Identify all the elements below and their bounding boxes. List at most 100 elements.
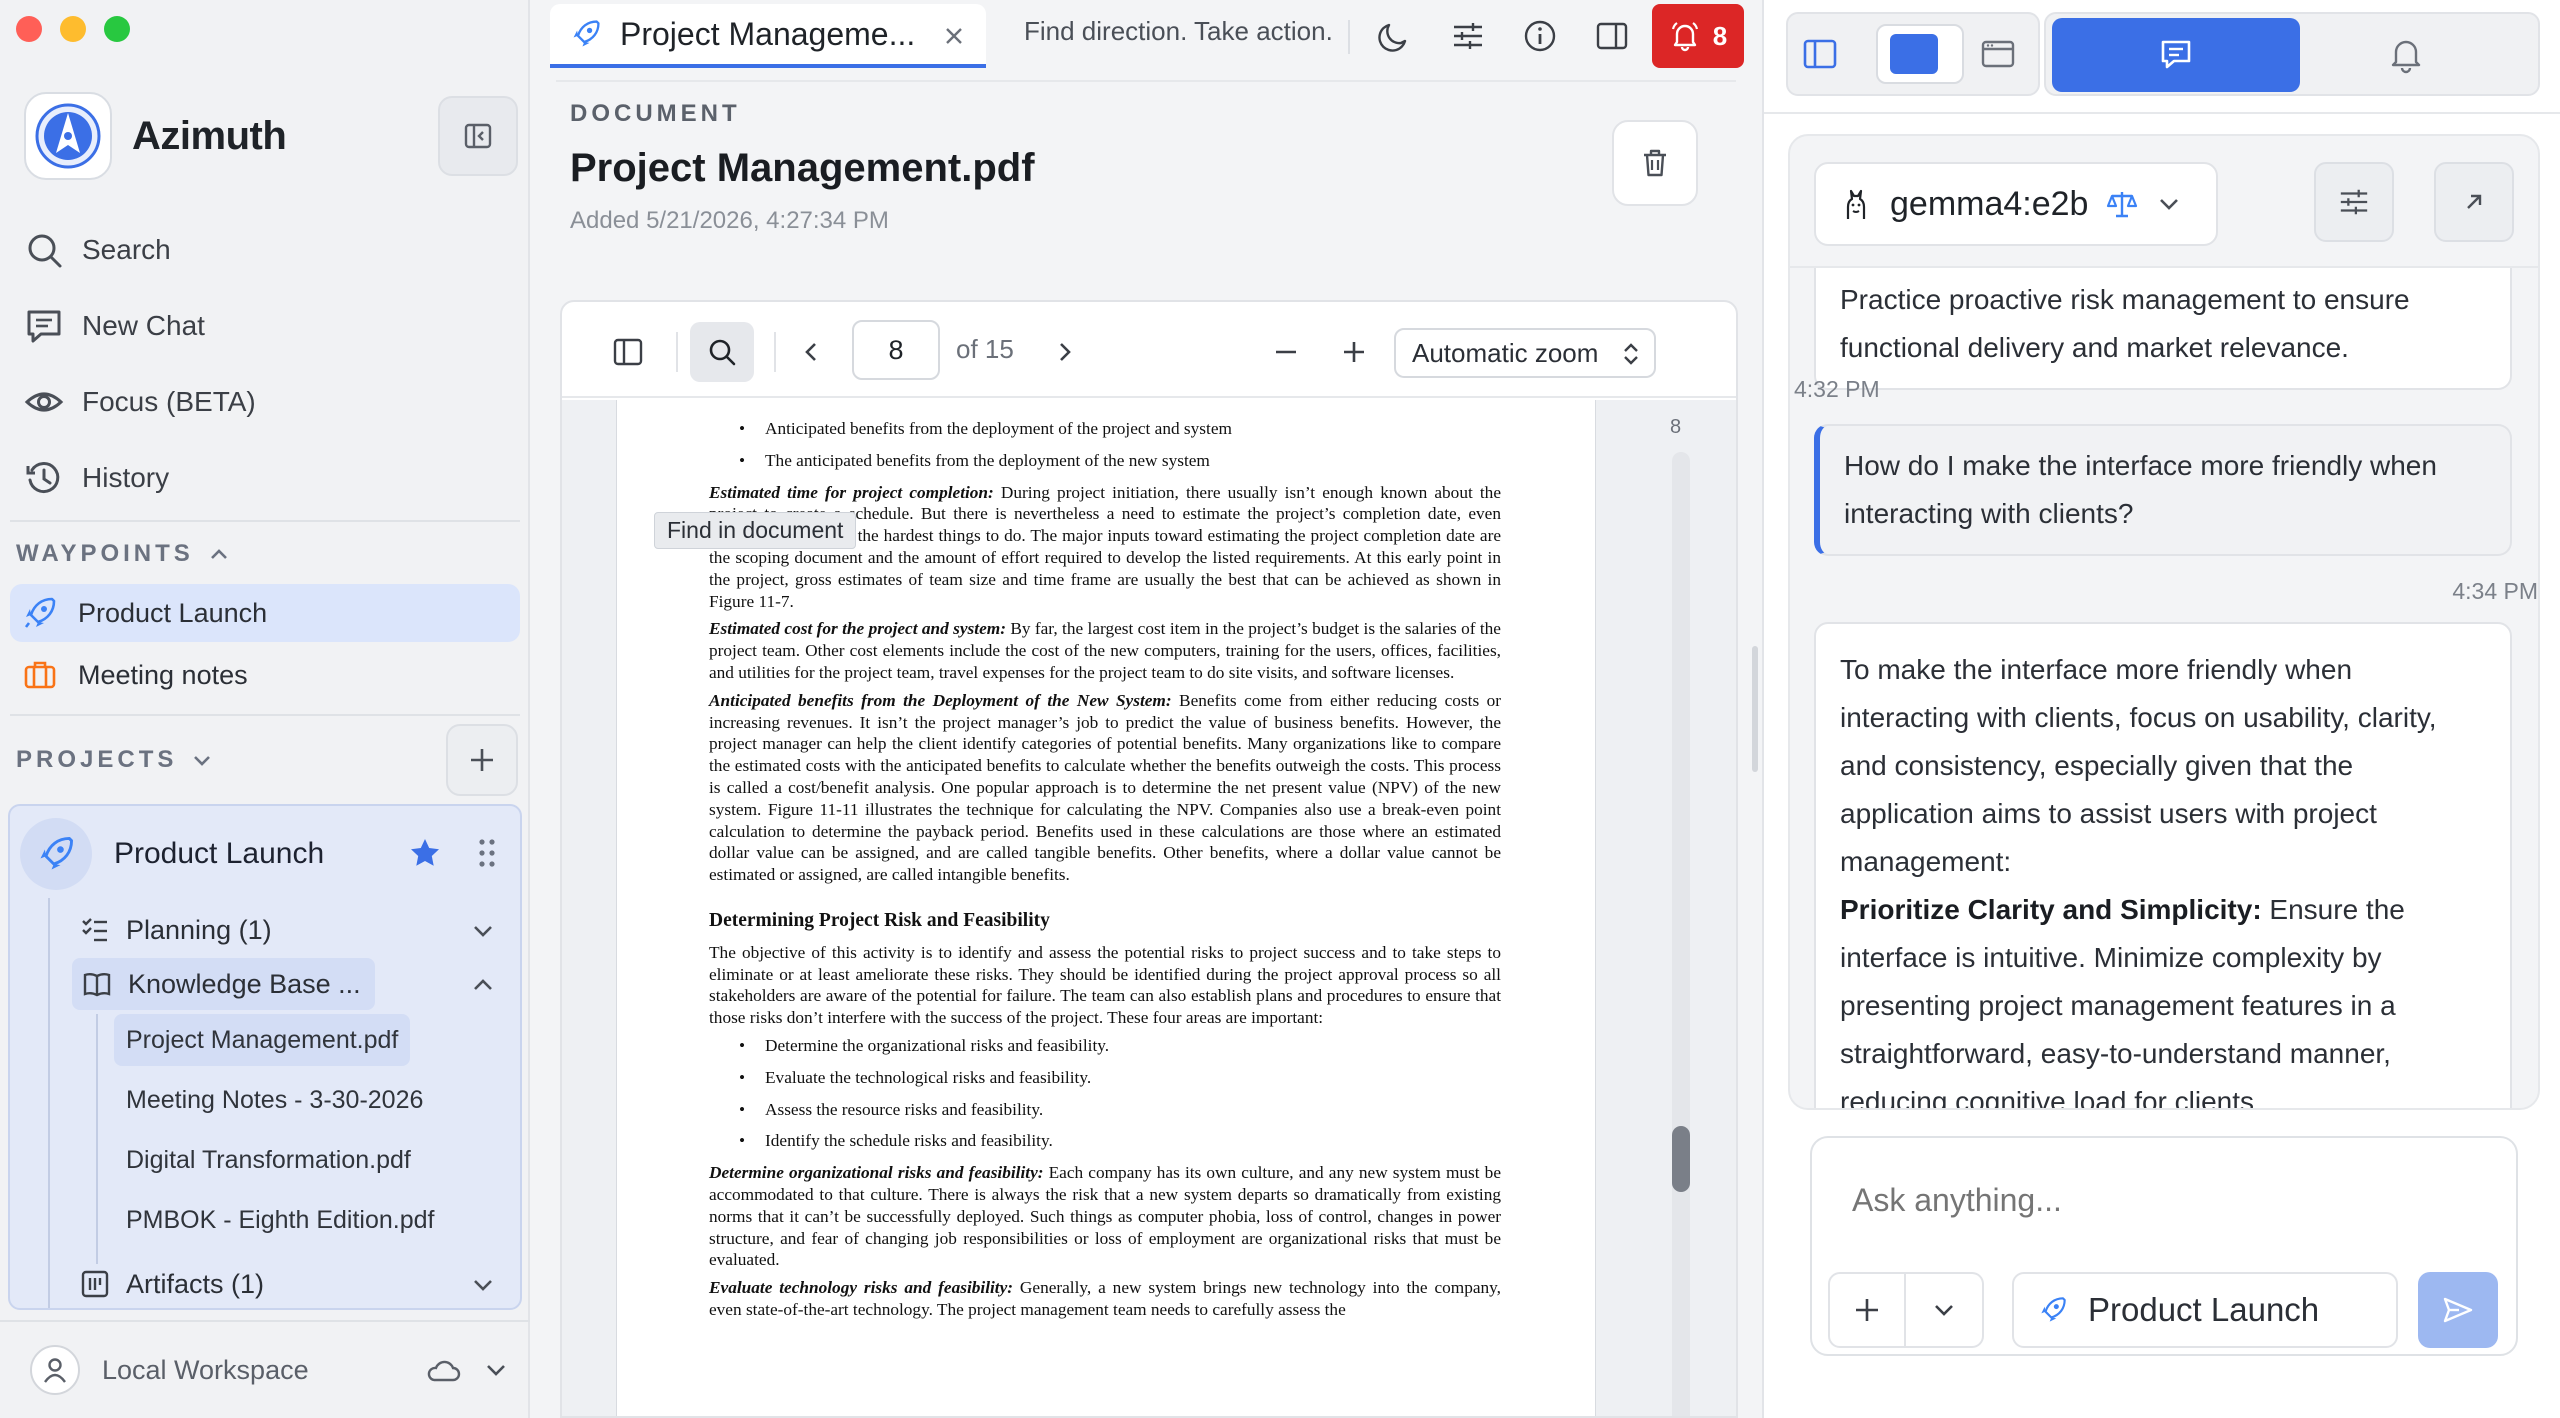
find-button[interactable] — [690, 322, 754, 382]
zoom-in-button[interactable] — [1322, 322, 1386, 382]
chevron-down-icon[interactable] — [470, 918, 496, 944]
page-number-input[interactable]: 8 — [852, 320, 940, 380]
info-button[interactable] — [1520, 16, 1560, 56]
scrollbar-thumb[interactable] — [1672, 1126, 1690, 1192]
project-chip-label: Product Launch — [2088, 1291, 2320, 1328]
zoom-window-button[interactable] — [104, 16, 130, 42]
project-rocket-icon — [20, 818, 92, 890]
pdf-scroll-area[interactable]: Find in document Anticipated benefits fr… — [562, 400, 1736, 1416]
project-header[interactable]: Product Launch — [20, 814, 510, 894]
search-icon — [28, 234, 62, 268]
settings-sliders-button[interactable] — [1448, 16, 1488, 56]
nav-history[interactable]: History — [24, 440, 504, 516]
page-number: 8 — [888, 334, 904, 365]
book-icon — [83, 973, 111, 997]
pdf-bullet: Anticipated benefits from the deployment… — [709, 418, 1501, 440]
chevron-down-icon[interactable] — [470, 1272, 496, 1298]
nav-focus[interactable]: Focus (BETA) — [24, 364, 504, 440]
pdf-bullets-risk: Determine the organizational risks and f… — [709, 1035, 1501, 1152]
project-title: Product Launch — [114, 837, 325, 870]
pdf-bullet: Determine the organizational risks and f… — [709, 1035, 1501, 1057]
layout-full-button[interactable] — [1876, 24, 1964, 84]
model-selector[interactable]: gemma4:e2b — [1814, 162, 2218, 246]
cloud-icon — [427, 1360, 460, 1382]
star-icon[interactable] — [408, 836, 442, 870]
document-pane: Project Manageme... Find direction. Take… — [532, 0, 1758, 1418]
panel-divider — [1764, 112, 2560, 114]
project-context-chip[interactable]: Product Launch — [2012, 1272, 2398, 1348]
user-icon — [30, 1345, 80, 1395]
zoom-out-button[interactable] — [1254, 322, 1318, 382]
send-button[interactable] — [2418, 1272, 2498, 1348]
panel-left-icon[interactable] — [1800, 34, 1840, 74]
chat-icon — [2161, 40, 2191, 69]
delete-document-button[interactable] — [1612, 120, 1698, 206]
add-project-button[interactable] — [446, 724, 518, 796]
tab-project-management[interactable]: Project Manageme... — [550, 4, 986, 68]
artifact-icon — [81, 1270, 109, 1298]
sidebar: Azimuth Search New Chat Focus (BETA) His… — [0, 0, 530, 1418]
minimize-window-button[interactable] — [60, 16, 86, 42]
theme-toggle-button[interactable] — [1374, 16, 1414, 56]
message-list[interactable]: Practice proactive risk management to en… — [1790, 266, 2538, 1108]
collapse-sidebar-button[interactable] — [438, 96, 518, 176]
pane-resize-handle[interactable] — [1752, 646, 1758, 772]
tab-chat[interactable] — [2052, 18, 2300, 92]
zoom-select[interactable]: Automatic zoom — [1394, 328, 1656, 378]
window-icon[interactable] — [1978, 34, 2018, 74]
pdf-text: Benefits come from either reducing costs… — [709, 690, 1501, 885]
projects-header[interactable]: PROJECTS — [16, 746, 213, 774]
doc-meeting-notes[interactable]: Meeting Notes - 3-30-2026 — [114, 1074, 435, 1126]
attachment-options-button[interactable] — [1906, 1272, 1984, 1348]
group-label: Artifacts (1) — [126, 1268, 265, 1299]
previous-page-button[interactable] — [780, 322, 844, 382]
tab-title: Project Manageme... — [620, 15, 916, 52]
page-total: of 15 — [956, 334, 1014, 364]
window-controls — [16, 16, 130, 42]
nav-new-chat[interactable]: New Chat — [24, 288, 504, 364]
next-page-button[interactable] — [1032, 322, 1096, 382]
toggle-panel-button[interactable] — [1592, 16, 1632, 56]
send-icon — [2443, 1297, 2473, 1323]
tree-line — [48, 898, 50, 1308]
waypoint-product-launch[interactable]: Product Launch — [10, 584, 520, 642]
pdf-bullets-top: Anticipated benefits from the deployment… — [709, 418, 1501, 472]
doc-project-management[interactable]: Project Management.pdf — [114, 1014, 411, 1066]
group-artifacts[interactable]: Artifacts (1) — [80, 1258, 265, 1308]
add-attachment-button[interactable] — [1828, 1272, 1906, 1348]
arrow-up-right-icon — [2467, 194, 2482, 209]
pdf-lead: Anticipated benefits from the Deployment… — [709, 690, 1172, 710]
bell-icon[interactable] — [2386, 34, 2426, 74]
nav-search[interactable]: Search — [24, 212, 504, 288]
drag-handle-icon[interactable] — [476, 836, 498, 870]
waypoint-meeting-notes[interactable]: Meeting notes — [10, 646, 520, 704]
chat-icon — [27, 310, 61, 343]
search-icon — [709, 339, 736, 366]
rocket-icon — [573, 20, 600, 47]
notifications-button[interactable]: 8 — [1652, 4, 1744, 68]
bell-alert-icon — [1671, 22, 1698, 52]
group-knowledge-base[interactable]: Knowledge Base ... — [72, 958, 375, 1010]
doc-pmbok[interactable]: PMBOK - Eighth Edition.pdf — [114, 1194, 446, 1246]
chat-settings-button[interactable] — [2314, 162, 2394, 242]
doc-digital-transformation[interactable]: Digital Transformation.pdf — [114, 1134, 423, 1186]
pdf-lead: Estimated cost for the project and syste… — [709, 619, 1006, 639]
close-icon[interactable] — [942, 24, 966, 48]
sliders-icon — [1454, 23, 1482, 49]
waypoints-header[interactable]: WAYPOINTS — [16, 540, 230, 568]
toggle-sidebar-button[interactable] — [596, 322, 660, 382]
eye-icon — [24, 392, 64, 412]
workspace-switcher[interactable]: Local Workspace — [0, 1320, 530, 1418]
group-label: Planning (1) — [126, 914, 272, 945]
expand-chat-button[interactable] — [2434, 162, 2514, 242]
chat-input[interactable] — [1852, 1182, 2452, 1219]
pdf-lead: Determine organizational risks and feasi… — [709, 1163, 1044, 1183]
find-tooltip: Find in document — [654, 512, 857, 549]
minus-icon — [1276, 350, 1296, 354]
scrollbar-track[interactable] — [1672, 452, 1690, 1416]
chevron-up-icon[interactable] — [470, 972, 496, 998]
document-title: Project Management.pdf — [570, 146, 1035, 190]
close-window-button[interactable] — [16, 16, 42, 42]
group-planning[interactable]: Planning (1) — [80, 904, 272, 956]
pdf-page: Anticipated benefits from the deployment… — [616, 400, 1596, 1416]
